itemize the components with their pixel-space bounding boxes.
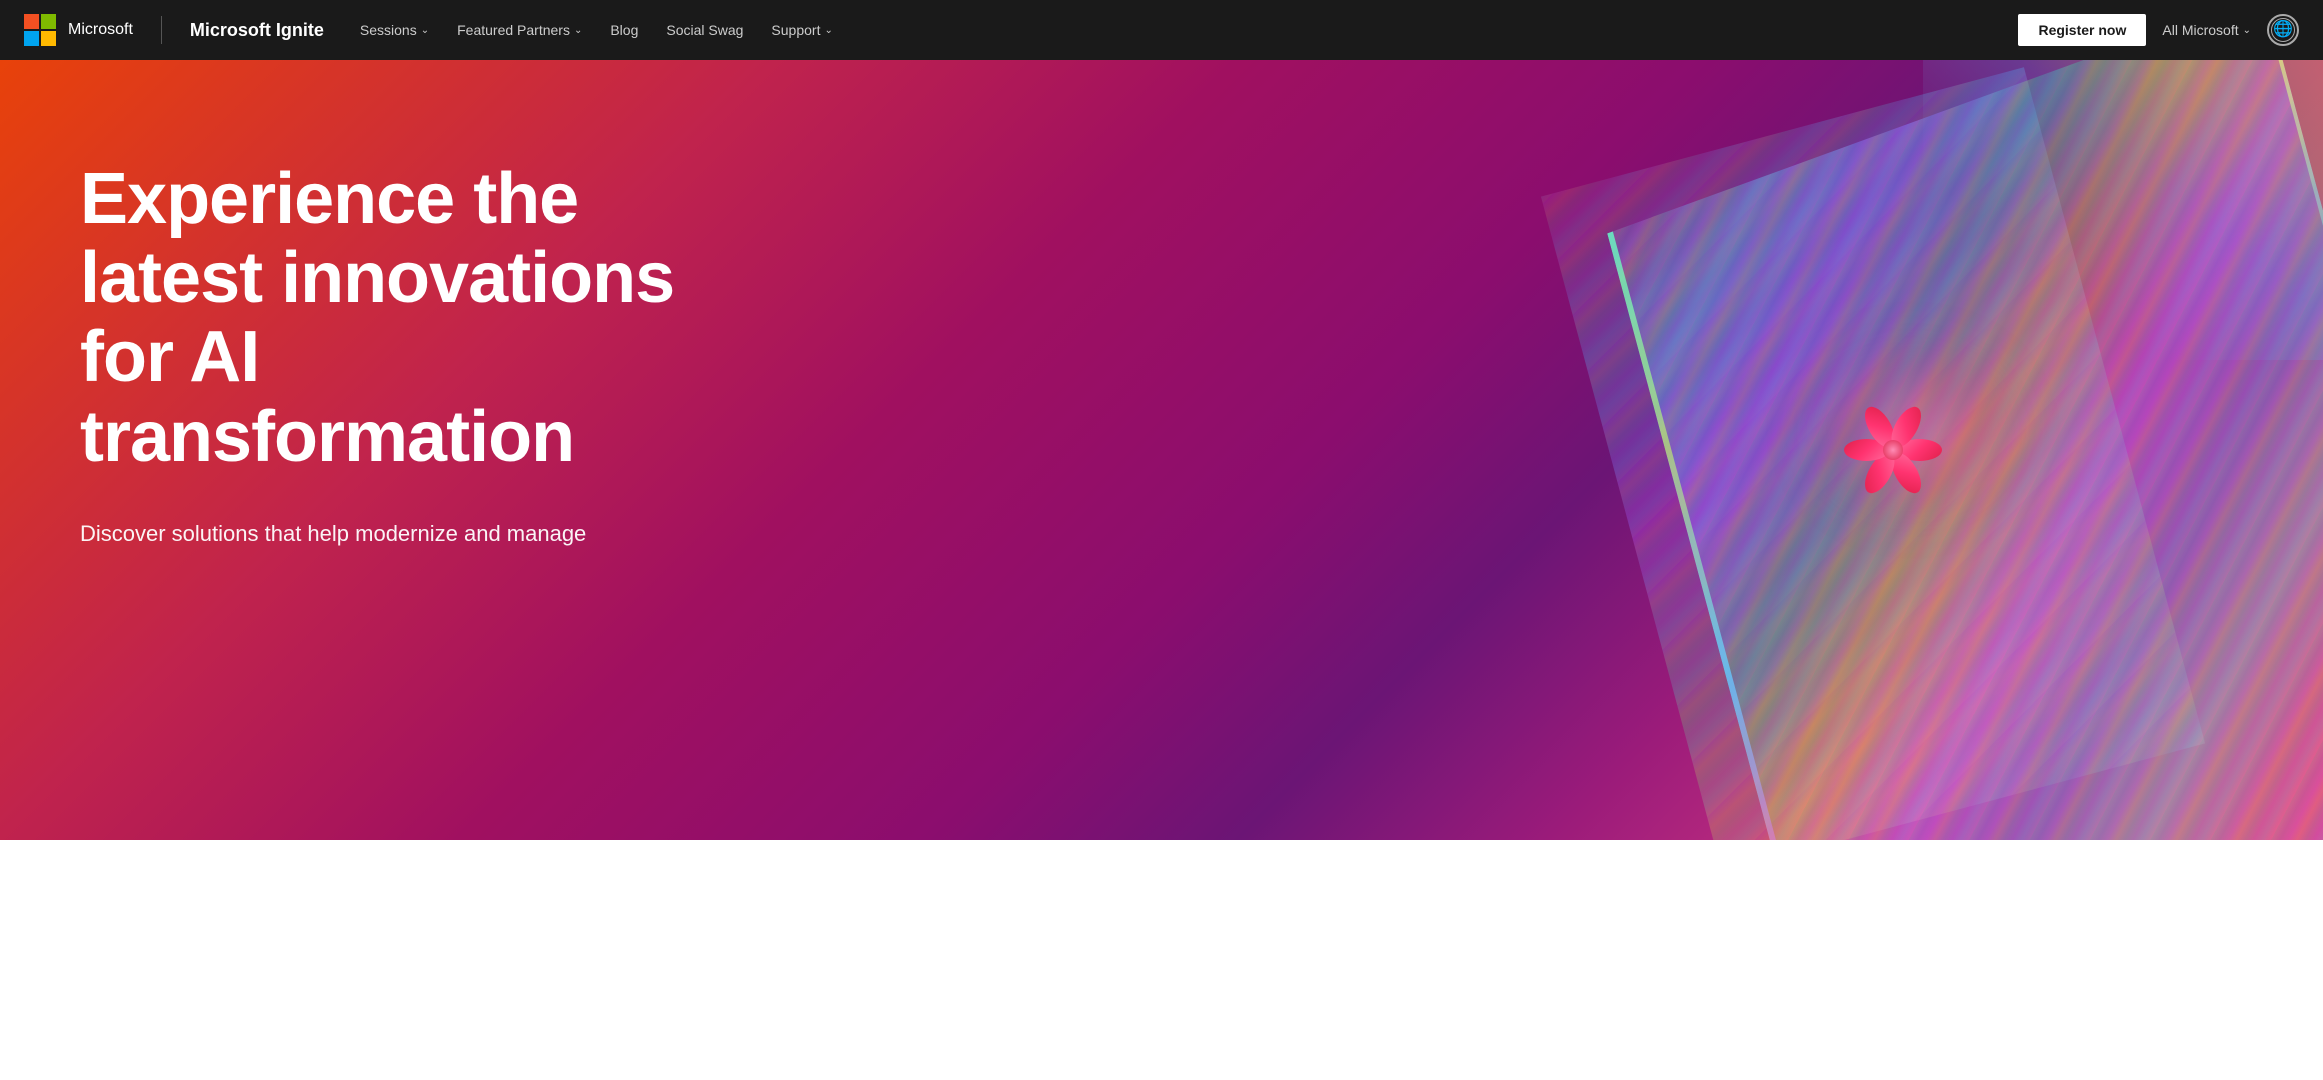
nav-social-swag[interactable]: Social Swag (654, 14, 755, 46)
logo-green (41, 14, 56, 29)
nav-blog[interactable]: Blog (598, 14, 650, 46)
flower-decoration (1843, 400, 1943, 500)
company-name: Microsoft (68, 21, 133, 39)
product-name[interactable]: Microsoft Ignite (190, 20, 324, 41)
all-microsoft-label: All Microsoft (2162, 22, 2238, 38)
hero-section: Experience the latest innovations for AI… (0, 60, 2323, 840)
support-chevron-icon: ⌄ (824, 25, 832, 36)
nav-sessions[interactable]: Sessions ⌄ (348, 14, 441, 46)
logo-red (24, 14, 39, 29)
brand-divider (161, 16, 162, 44)
hero-heading-line1: Experience the (80, 159, 578, 239)
nav-actions: Register now All Microsoft ⌄ 🌐 (2018, 14, 2299, 46)
register-button[interactable]: Register now (2018, 14, 2146, 46)
hero-heading-line4: transformation (80, 397, 574, 477)
globe-icon: 🌐 (2273, 22, 2293, 38)
brand: Microsoft Microsoft Ignite (24, 14, 324, 46)
logo-yellow (41, 31, 56, 46)
hero-subtext: Discover solutions that help modernize a… (80, 517, 674, 550)
hero-visual (1045, 60, 2323, 840)
flower-center (1883, 440, 1903, 460)
hero-content: Experience the latest innovations for AI… (0, 60, 754, 610)
nav-support[interactable]: Support ⌄ (759, 14, 844, 46)
sessions-chevron-icon: ⌄ (421, 25, 429, 36)
microsoft-logo[interactable] (24, 14, 56, 46)
nav-links: Sessions ⌄ Featured Partners ⌄ Blog Soci… (348, 14, 2019, 46)
all-microsoft-menu[interactable]: All Microsoft ⌄ (2162, 22, 2251, 38)
logo-blue (24, 31, 39, 46)
featured-partners-chevron-icon: ⌄ (574, 25, 582, 36)
language-selector[interactable]: 🌐 (2267, 14, 2299, 46)
navbar: Microsoft Microsoft Ignite Sessions ⌄ Fe… (0, 0, 2323, 60)
all-microsoft-chevron-icon: ⌄ (2243, 25, 2251, 36)
nav-featured-partners[interactable]: Featured Partners ⌄ (445, 14, 594, 46)
hero-heading-line2: latest innovations (80, 238, 674, 318)
hero-heading-line3: for AI (80, 317, 259, 397)
hero-heading: Experience the latest innovations for AI… (80, 160, 674, 477)
